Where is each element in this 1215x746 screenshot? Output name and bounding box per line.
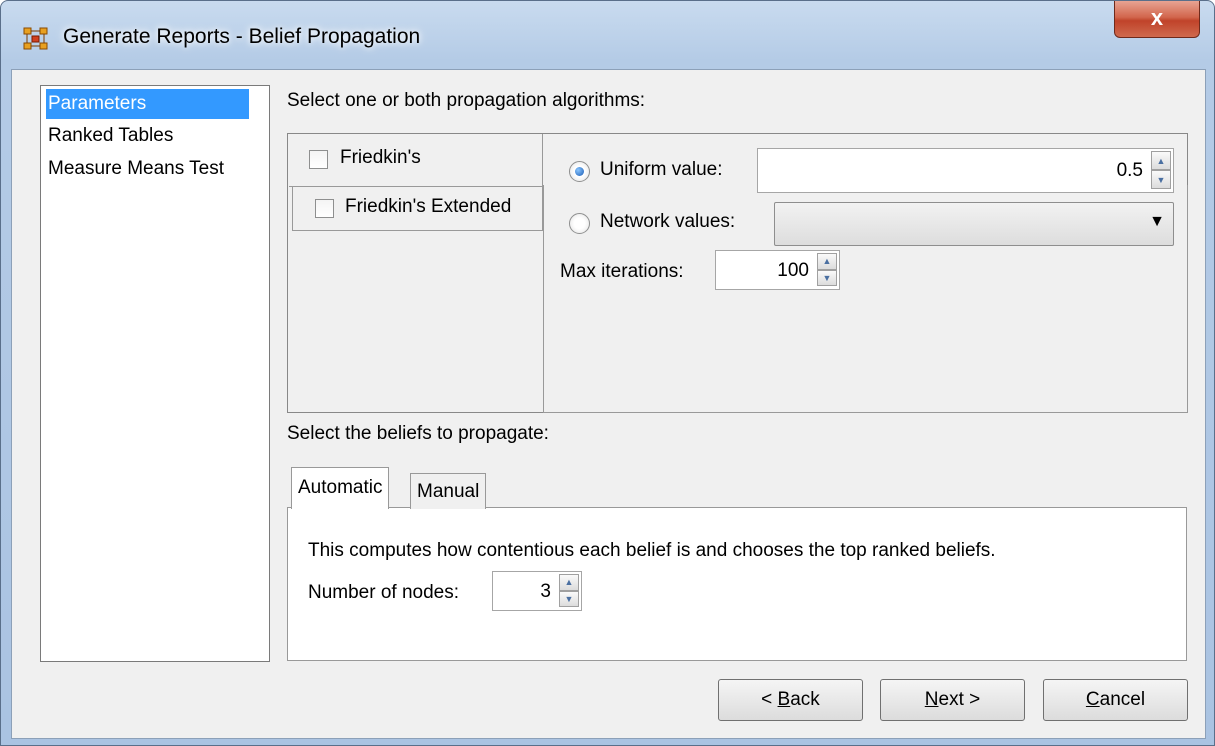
number-of-nodes-arrows: ▲ ▼ xyxy=(559,574,579,607)
back-button-prefix: < xyxy=(761,689,778,710)
max-iterations-arrows: ▲ ▼ xyxy=(817,253,837,286)
report-section-list[interactable]: Parameters Ranked Tables Measure Means T… xyxy=(40,85,270,662)
algorithms-heading: Select one or both propagation algorithm… xyxy=(287,90,646,111)
dialog-client-area: Parameters Ranked Tables Measure Means T… xyxy=(11,69,1206,739)
uniform-value-label: Uniform value: xyxy=(600,159,723,180)
network-values-radio[interactable] xyxy=(569,213,590,234)
friedkin-extended-label: Friedkin's Extended xyxy=(345,196,512,217)
window-title: Generate Reports - Belief Propagation xyxy=(63,25,421,48)
friedkin-checkbox[interactable] xyxy=(309,150,328,169)
next-button-mnemonic: N xyxy=(924,689,939,710)
cancel-button[interactable]: Cancel xyxy=(1043,679,1188,721)
cancel-button-mnemonic: C xyxy=(1085,689,1100,710)
network-values-dropdown[interactable]: ▼ xyxy=(774,202,1174,246)
max-iterations-label: Max iterations: xyxy=(560,261,684,282)
title-bar[interactable]: Generate Reports - Belief Propagation x xyxy=(1,1,1214,75)
uniform-value-arrows: ▲ ▼ xyxy=(1151,151,1171,189)
network-values-label: Network values: xyxy=(600,211,736,232)
spin-down-icon[interactable]: ▼ xyxy=(559,590,579,607)
next-button-label: ext > xyxy=(938,689,981,710)
tab-automatic[interactable]: Automatic xyxy=(291,467,390,509)
algorithm-item-friedkin-extended[interactable]: Friedkin's Extended xyxy=(292,186,543,231)
next-button[interactable]: Next > xyxy=(880,679,1025,721)
close-button[interactable]: x xyxy=(1114,1,1200,38)
friedkin-extended-checkbox[interactable] xyxy=(315,199,334,218)
number-of-nodes-spinner[interactable]: 3 ▲ ▼ xyxy=(492,571,582,611)
max-iterations-spinner[interactable]: 100 ▲ ▼ xyxy=(715,250,840,290)
dialog-window: Generate Reports - Belief Propagation x … xyxy=(0,0,1215,746)
uniform-value-spinner[interactable]: 0.5 ▲ ▼ xyxy=(757,148,1174,193)
spin-up-icon[interactable]: ▲ xyxy=(1151,151,1171,170)
spin-up-icon[interactable]: ▲ xyxy=(559,574,579,591)
beliefs-heading: Select the beliefs to propagate: xyxy=(287,423,549,444)
algorithm-item-friedkin[interactable]: Friedkin's xyxy=(289,134,543,187)
friedkin-label: Friedkin's xyxy=(340,147,421,168)
back-button[interactable]: < Back xyxy=(718,679,863,721)
spin-down-icon[interactable]: ▼ xyxy=(817,269,837,286)
uniform-value-radio[interactable] xyxy=(569,161,590,182)
cancel-button-label: ancel xyxy=(1099,689,1146,710)
spin-up-icon[interactable]: ▲ xyxy=(817,253,837,270)
number-of-nodes-label: Number of nodes: xyxy=(308,582,460,603)
network-app-icon xyxy=(23,27,48,50)
uniform-value-field[interactable]: 0.5 xyxy=(1117,160,1143,182)
nav-item-measure-means-test[interactable]: Measure Means Test xyxy=(46,154,249,184)
number-of-nodes-field[interactable]: 3 xyxy=(540,581,551,603)
close-icon: x xyxy=(1150,5,1164,30)
chevron-down-icon: ▼ xyxy=(1149,213,1165,230)
back-button-label: ack xyxy=(790,689,820,710)
beliefs-tab-panel: This computes how contentious each belie… xyxy=(287,507,1187,661)
nav-item-ranked-tables[interactable]: Ranked Tables xyxy=(46,121,249,151)
tab-manual[interactable]: Manual xyxy=(410,473,487,509)
back-button-mnemonic: B xyxy=(777,689,791,710)
max-iterations-field[interactable]: 100 xyxy=(777,260,809,282)
nav-item-parameters[interactable]: Parameters xyxy=(46,89,249,119)
spin-down-icon[interactable]: ▼ xyxy=(1151,170,1171,189)
automatic-description: This computes how contentious each belie… xyxy=(308,540,996,561)
